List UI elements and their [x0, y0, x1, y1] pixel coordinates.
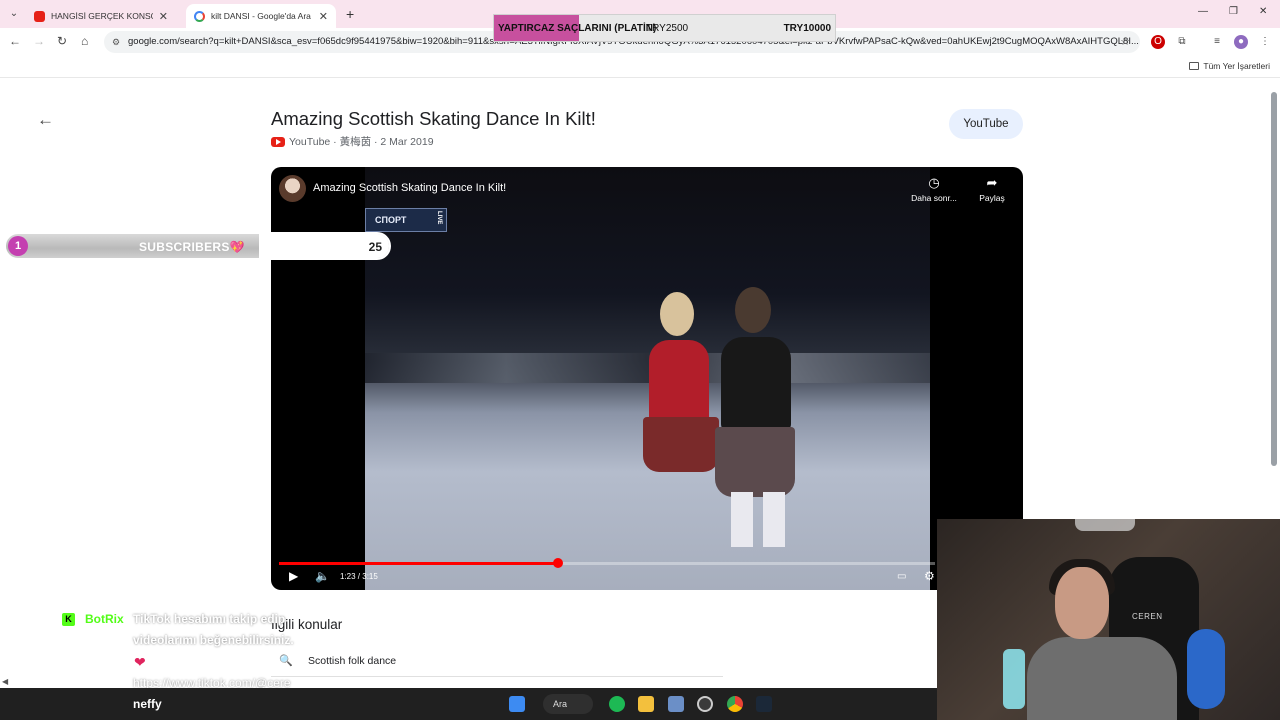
subscriber-goal-number: 1 — [8, 236, 28, 256]
reload-icon[interactable]: ↻ — [57, 34, 67, 48]
streamer-face — [1055, 567, 1109, 639]
tab-title: kilt DANSI - Google'da Ara — [211, 11, 311, 21]
close-preview-back-icon[interactable]: ← — [37, 110, 54, 130]
steam-icon[interactable] — [756, 696, 772, 712]
taskbar-search-label: Ara — [553, 699, 568, 709]
opera-extension-icon[interactable]: O — [1151, 35, 1165, 49]
tab-close-icon[interactable]: ✕ — [159, 10, 168, 23]
heart-emoji-icon: 💖 — [229, 240, 245, 254]
page-scrollbar[interactable] — [1271, 92, 1277, 466]
tv-channel-badge: СПОРТ LIVE — [365, 208, 447, 232]
all-bookmarks-label: Tüm Yer İşaretleri — [1203, 61, 1270, 71]
google-favicon-icon — [194, 10, 205, 22]
settings-app-icon[interactable] — [668, 696, 684, 712]
search-icon: 🔍 — [279, 655, 293, 667]
chat-message-line: videolarımı beğenebilirsiniz. — [133, 633, 294, 647]
donation-goal-name: YAPTIRCAZ SAÇLARINI (PLATİN) — [498, 23, 657, 34]
video-player[interactable]: СПОРТ LIVE Amazing Scottish Skating Danc… — [271, 167, 1023, 590]
webcam-overlay: CEREN — [937, 519, 1280, 720]
streamer-body — [1027, 637, 1177, 720]
play-icon[interactable]: ▶ — [289, 569, 298, 583]
progress-bar[interactable] — [279, 558, 935, 568]
player-title[interactable]: Amazing Scottish Skating Dance In Kilt! — [313, 182, 506, 194]
video-result-meta: YouTube · 黃梅茵 · 2 Mar 2019 — [271, 134, 434, 149]
watch-later-button[interactable]: ◷ Daha sonr... — [904, 175, 964, 203]
related-topic-label: Scottish folk dance — [308, 655, 397, 667]
reading-list-icon[interactable]: ≡ — [1210, 35, 1224, 49]
kick-logo-icon: K — [62, 613, 75, 626]
tab-search-chevron-icon[interactable]: ⌄ — [6, 6, 22, 22]
skater-right — [697, 287, 807, 577]
home-icon[interactable]: ⌂ — [81, 34, 88, 48]
extensions-puzzle-icon[interactable]: ⧉ — [1175, 35, 1189, 49]
donation-current: TRY2500 — [646, 23, 689, 34]
subscriber-goal-overlay: 1 SUBSCRIBERS💖 25 — [4, 232, 391, 260]
new-tab-icon[interactable]: + — [346, 6, 354, 22]
profile-avatar-icon[interactable]: ● — [1234, 35, 1248, 49]
time-display: 1:23 / 3:15 — [340, 572, 378, 581]
folder-icon — [1189, 62, 1200, 70]
windows-taskbar: neffy Ara — [0, 688, 937, 720]
settings-gear-icon[interactable]: ⚙ — [924, 569, 935, 583]
site-info-icon[interactable]: ⚙ — [112, 31, 120, 53]
video-meta-text: YouTube · 黃梅茵 · 2 Mar 2019 — [289, 136, 434, 148]
channel-avatar[interactable] — [279, 175, 306, 202]
clock-icon: ◷ — [928, 175, 940, 190]
tab-title: HANGİSİ GERÇEK KONSOMATRİS — [51, 11, 153, 21]
volume-icon[interactable]: 🔈 — [315, 569, 330, 583]
video-frame — [365, 167, 930, 590]
heart-icon: ❤ — [134, 654, 146, 670]
related-topic-item[interactable]: 🔍 Scottish folk dance — [271, 647, 723, 677]
plush-toy — [1187, 629, 1225, 709]
ceiling-lamp — [1075, 519, 1135, 531]
tab-inactive[interactable]: HANGİSİ GERÇEK KONSOMATRİS ✕ — [26, 4, 176, 28]
forward-icon[interactable]: → — [33, 34, 45, 48]
browser-menu-icon[interactable]: ⋮ — [1258, 35, 1272, 49]
video-result-title[interactable]: Amazing Scottish Skating Dance In Kilt! — [271, 108, 596, 130]
donation-goal-overlay: YAPTIRCAZ SAÇLARINI (PLATİN) TRY2500 TRY… — [493, 14, 836, 42]
spotify-icon[interactable] — [609, 696, 625, 712]
subtitles-icon[interactable]: ▭ — [897, 571, 906, 582]
subscriber-count: 25 — [368, 240, 382, 254]
chat-username: BotRix — [85, 612, 124, 626]
donation-target: TRY10000 — [783, 23, 831, 34]
taskbar-search[interactable]: Ara — [543, 694, 593, 714]
subscriber-label-text: SUBSCRIBERS — [139, 240, 230, 254]
scroll-left-icon[interactable]: ◀ — [2, 677, 8, 686]
watch-later-label: Daha sonr... — [911, 193, 957, 203]
share-button[interactable]: ➦ Paylaş — [962, 175, 1022, 203]
open-youtube-button[interactable]: YouTube — [949, 109, 1023, 139]
bookmark-star-icon[interactable]: ☆ — [1120, 31, 1130, 53]
streamer-name: neffy — [133, 697, 162, 711]
window-close-icon[interactable]: ✕ — [1259, 6, 1267, 17]
tv-badge-text: СПОРТ — [375, 215, 407, 225]
bookmarks-bar: Tüm Yer İşaretleri — [0, 56, 1280, 78]
microphone — [1003, 649, 1025, 709]
progress-played — [279, 562, 559, 565]
tv-live-text: LIVE — [436, 211, 442, 225]
windows-start-icon[interactable] — [509, 696, 525, 712]
chrome-icon[interactable] — [727, 696, 743, 712]
share-label: Paylaş — [979, 193, 1005, 203]
obs-icon[interactable] — [697, 696, 713, 712]
file-explorer-icon[interactable] — [638, 696, 654, 712]
minimize-icon[interactable]: — — [1198, 6, 1208, 17]
back-icon[interactable]: ← — [9, 34, 21, 48]
chair-brand-text: CEREN — [1132, 612, 1163, 621]
chat-message-line: TikTok hesabımı takip edip — [133, 612, 286, 626]
tab-active[interactable]: kilt DANSI - Google'da Ara ✕ — [186, 4, 336, 28]
subscriber-label: SUBSCRIBERS💖 — [139, 240, 245, 254]
youtube-logo-icon — [271, 136, 285, 147]
tab-close-icon[interactable]: ✕ — [319, 10, 328, 23]
all-bookmarks-button[interactable]: Tüm Yer İşaretleri — [1189, 61, 1270, 71]
youtube-favicon-icon — [34, 10, 45, 22]
share-arrow-icon: ➦ — [986, 175, 998, 190]
maximize-icon[interactable]: ❐ — [1229, 6, 1238, 17]
